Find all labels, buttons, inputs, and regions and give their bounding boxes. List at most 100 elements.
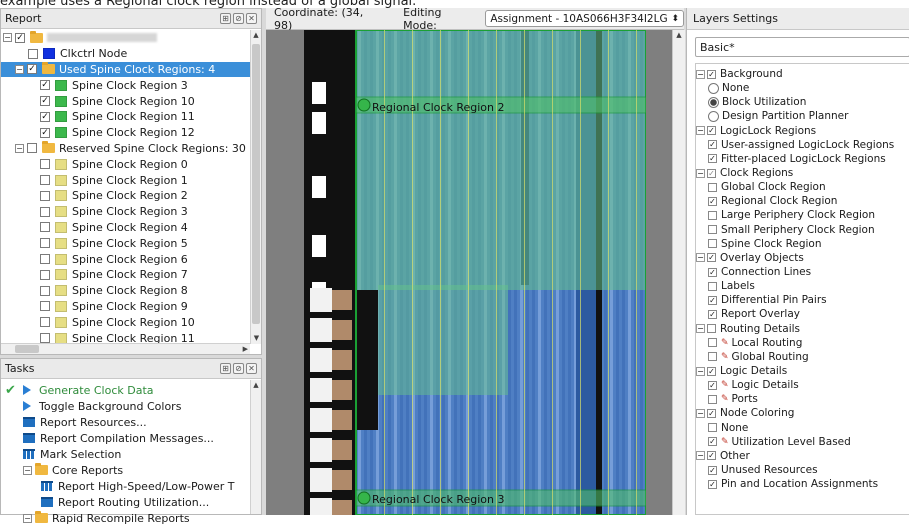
layer-group[interactable]: − ✓ Logic Details — [696, 364, 909, 378]
checkbox[interactable] — [40, 238, 50, 249]
float-icon[interactable]: ⊘ — [233, 363, 244, 374]
checkbox[interactable]: ✓ — [707, 253, 716, 263]
checkbox[interactable] — [40, 175, 50, 186]
radio-button[interactable] — [708, 96, 719, 108]
layer-group[interactable]: − ✓ Overlay Objects — [696, 251, 909, 265]
checkbox[interactable]: ✓ — [708, 479, 717, 489]
collapse-icon[interactable]: − — [696, 324, 705, 334]
checkbox[interactable]: ✓ — [708, 295, 717, 305]
layer-group[interactable]: − ✓ LogicLock Regions — [696, 124, 909, 138]
collapse-icon[interactable]: − — [15, 64, 24, 74]
layer-option[interactable]: ✓ Regional Clock Region — [696, 194, 909, 208]
collapse-icon[interactable]: − — [15, 143, 24, 153]
layer-option[interactable]: ✎ Ports — [696, 392, 909, 406]
checkbox[interactable] — [40, 317, 50, 328]
checkbox[interactable]: ✓ — [708, 140, 717, 150]
checkbox[interactable]: ✓ — [707, 408, 716, 418]
tree-item[interactable]: Clkctrl Node — [1, 46, 250, 62]
checkbox[interactable] — [708, 423, 717, 433]
checkbox[interactable]: ✓ — [708, 380, 717, 390]
checkbox[interactable] — [708, 239, 717, 249]
checkbox[interactable]: ✓ — [707, 168, 716, 178]
tree-item[interactable]: Spine Clock Region 10 — [1, 314, 250, 330]
collapse-icon[interactable]: − — [3, 33, 12, 43]
checkbox[interactable]: ✓ — [40, 127, 50, 138]
scroll-up-icon[interactable]: ▲ — [251, 30, 261, 41]
pin-icon[interactable]: ⊞ — [220, 363, 231, 374]
checkbox[interactable]: ✓ — [40, 111, 50, 122]
report-hscroll[interactable]: ▶ — [1, 343, 250, 354]
layer-option[interactable]: ✓ Differential Pin Pairs — [696, 293, 909, 307]
layer-option[interactable]: ✓ User-assigned LogicLock Regions — [696, 138, 909, 152]
layer-option[interactable]: ✓ ✎ Logic Details — [696, 378, 909, 392]
task-item[interactable]: Report Compilation Messages... — [5, 430, 250, 446]
collapse-icon[interactable]: − — [696, 168, 705, 178]
task-item[interactable]: − Rapid Recompile Reports — [5, 510, 250, 526]
canvas-vscroll[interactable]: ▲ — [672, 30, 685, 515]
checkbox[interactable] — [40, 190, 50, 201]
checkbox[interactable] — [40, 269, 50, 280]
layer-option[interactable]: Global Clock Region — [696, 180, 909, 194]
task-item[interactable]: Mark Selection — [5, 446, 250, 462]
tree-group[interactable]: − ✓ — [1, 30, 250, 46]
checkbox[interactable] — [40, 301, 50, 312]
pin-icon[interactable]: ⊞ — [220, 13, 231, 24]
tree-item[interactable]: ✓ Spine Clock Region 11 — [1, 109, 250, 125]
checkbox[interactable] — [708, 338, 717, 348]
layer-option[interactable]: ✓ ✎ Utilization Level Based — [696, 435, 909, 449]
checkbox[interactable]: ✓ — [27, 64, 37, 75]
report-vscroll[interactable]: ▲ ▼ — [250, 30, 261, 344]
checkbox[interactable] — [40, 254, 50, 265]
tree-item[interactable]: ✓ Spine Clock Region 12 — [1, 125, 250, 141]
radio-button[interactable] — [708, 82, 719, 94]
layer-option[interactable]: Design Partition Planner — [696, 109, 909, 123]
checkbox[interactable] — [708, 281, 717, 291]
checkbox[interactable] — [708, 225, 717, 235]
task-item[interactable]: Report Routing Utilization... — [5, 494, 250, 510]
checkbox[interactable]: ✓ — [707, 451, 716, 461]
checkbox[interactable]: ✓ — [708, 437, 717, 447]
task-item[interactable]: ✔ Generate Clock Data — [5, 382, 250, 398]
checkbox[interactable]: ✓ — [708, 267, 717, 277]
layer-option[interactable]: ✓ Report Overlay — [696, 307, 909, 321]
checkbox[interactable]: ✓ — [40, 80, 50, 91]
report-hscroll-thumb[interactable] — [15, 345, 39, 353]
collapse-icon[interactable]: − — [696, 366, 705, 376]
layer-group[interactable]: − ✓ Clock Regions — [696, 166, 909, 180]
tree-item[interactable]: Spine Clock Region 1 — [1, 172, 250, 188]
checkbox[interactable]: ✓ — [707, 126, 716, 136]
checkbox[interactable] — [27, 143, 37, 154]
tree-item[interactable]: ✓ Spine Clock Region 10 — [1, 93, 250, 109]
tree-group[interactable]: − ✓ Used Spine Clock Regions: 4 — [1, 61, 250, 78]
tree-item[interactable]: Spine Clock Region 6 — [1, 251, 250, 267]
layer-option[interactable]: Labels — [696, 279, 909, 293]
task-item[interactable]: Toggle Background Colors — [5, 398, 250, 414]
checkbox[interactable] — [708, 352, 717, 362]
checkbox[interactable] — [40, 333, 50, 344]
tree-item[interactable]: Spine Clock Region 4 — [1, 220, 250, 236]
checkbox[interactable]: ✓ — [707, 69, 716, 79]
layer-option[interactable]: Spine Clock Region — [696, 237, 909, 251]
tree-item[interactable]: Spine Clock Region 3 — [1, 204, 250, 220]
checkbox[interactable] — [708, 182, 717, 192]
layer-option[interactable]: ✓ Pin and Location Assignments — [696, 477, 909, 491]
report-vscroll-thumb[interactable] — [252, 44, 260, 324]
layer-option[interactable]: ✎ Global Routing — [696, 350, 909, 364]
checkbox[interactable]: ✓ — [708, 465, 717, 475]
close-icon[interactable]: ✕ — [246, 13, 257, 24]
tree-item[interactable]: Spine Clock Region 7 — [1, 267, 250, 283]
checkbox[interactable] — [708, 394, 717, 404]
chip-planner-canvas[interactable]: Regional Clock Region 2 Regional Clock R… — [266, 30, 672, 515]
layer-option[interactable]: ✓ Fitter-placed LogicLock Regions — [696, 152, 909, 166]
layer-group[interactable]: − ✓ Other — [696, 449, 909, 463]
layer-option[interactable]: ✓ Connection Lines — [696, 265, 909, 279]
checkbox[interactable] — [40, 285, 50, 296]
task-item[interactable]: Report Resources... — [5, 414, 250, 430]
collapse-icon[interactable]: − — [696, 126, 705, 136]
layer-group[interactable]: − ✓ Background — [696, 67, 909, 81]
collapse-icon[interactable]: − — [696, 451, 705, 461]
checkbox[interactable]: ✓ — [15, 32, 25, 43]
scroll-right-icon[interactable]: ▶ — [243, 344, 248, 355]
scroll-down-icon[interactable]: ▼ — [251, 333, 262, 344]
checkbox[interactable]: ✓ — [707, 366, 716, 376]
